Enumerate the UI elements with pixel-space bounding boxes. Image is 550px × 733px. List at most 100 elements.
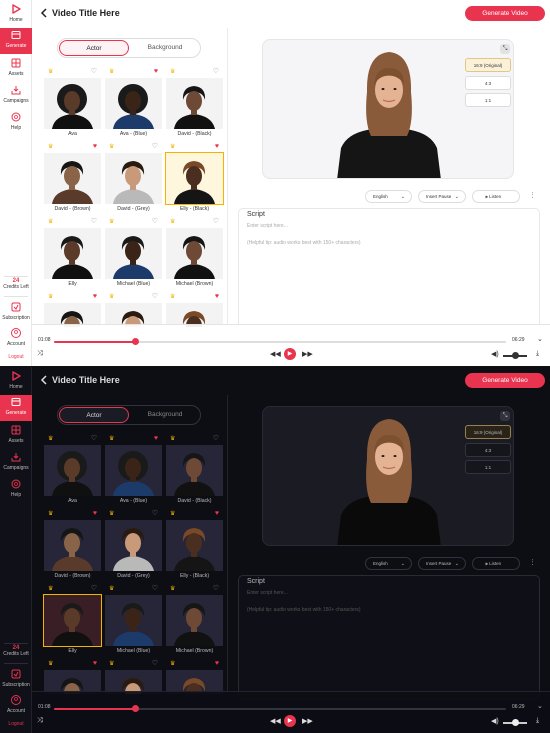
sidebar-item-subscription[interactable]: Subscription — [0, 300, 32, 326]
actor-card[interactable]: ♛ ♡ — [105, 293, 162, 327]
sidebar-item-assets[interactable]: Assets — [0, 423, 32, 449]
listen-button[interactable]: 🕪 Listen — [472, 190, 520, 203]
actor-card[interactable]: ♛ ♥ Elly - (Black) — [166, 510, 223, 583]
aspect-ratio-icon[interactable]: ⤡ — [500, 411, 510, 421]
rewind-icon[interactable]: ◀◀ — [270, 350, 281, 358]
favorite-heart-icon[interactable]: ♥ — [215, 143, 219, 151]
actor-card[interactable]: ♛ ♥ David - (Brown) — [44, 510, 101, 583]
volume-handle[interactable] — [512, 719, 519, 726]
actor-card[interactable]: ♛ ♡ David - (Grey) — [105, 143, 162, 216]
script-input[interactable]: Enter script here... — [247, 223, 288, 229]
sidebar-item-assets[interactable]: Assets — [0, 56, 32, 82]
actor-card[interactable]: ♛ ♡ Michael (Brown) — [166, 585, 223, 658]
insert-pause-select[interactable]: Insert Pause ⌄ — [418, 190, 466, 203]
play-button[interactable]: ▶ — [284, 348, 296, 360]
actor-card[interactable]: ♛ ♡ David - (Grey) — [105, 510, 162, 583]
sidebar-item-account[interactable]: Account — [0, 693, 32, 719]
sidebar-item-campaigns[interactable]: Campaigns — [0, 450, 32, 476]
actor-card[interactable]: ♛ ♡ Michael (Blue) — [105, 585, 162, 658]
tab-background[interactable]: Background — [130, 40, 200, 56]
page-title[interactable]: Video Title Here — [52, 375, 120, 385]
sidebar-item-generate[interactable]: Generate — [0, 28, 32, 54]
favorite-heart-icon[interactable]: ♡ — [213, 585, 219, 593]
generate-video-button[interactable]: Generate Video — [465, 6, 545, 21]
shuffle-icon[interactable]: ⤨ — [37, 350, 43, 358]
sidebar-item-account[interactable]: Account — [0, 326, 32, 352]
chevron-down-icon[interactable]: ⌄ — [537, 335, 543, 343]
progress-handle[interactable] — [132, 338, 140, 345]
language-select[interactable]: English ⌄ — [365, 190, 412, 203]
sidebar-item-home[interactable]: Home — [0, 2, 32, 28]
rewind-icon[interactable]: ◀◀ — [270, 717, 281, 725]
download-icon[interactable]: ⤓ — [536, 350, 539, 358]
favorite-heart-icon[interactable]: ♡ — [213, 218, 219, 226]
fast-forward-icon[interactable]: ▶▶ — [302, 717, 313, 725]
favorite-heart-icon[interactable]: ♥ — [154, 435, 158, 443]
ratio-option[interactable]: 1:1 — [465, 93, 511, 107]
sidebar-item-subscription[interactable]: Subscription — [0, 667, 32, 693]
favorite-heart-icon[interactable]: ♡ — [91, 585, 97, 593]
actor-card[interactable]: ♛ ♥ — [44, 660, 101, 694]
actor-card[interactable]: ♛ ♥ David - (Brown) — [44, 143, 101, 216]
settings-sliders-icon[interactable]: ⫶ — [526, 190, 539, 203]
actor-card[interactable]: ♛ ♡ Ava — [44, 68, 101, 141]
language-select[interactable]: English ⌄ — [365, 557, 412, 570]
favorite-heart-icon[interactable]: ♡ — [152, 660, 158, 668]
actor-card[interactable]: ♛ ♥ — [44, 293, 101, 327]
ratio-option[interactable]: 1:1 — [465, 460, 511, 474]
favorite-heart-icon[interactable]: ♡ — [91, 218, 97, 226]
actor-card[interactable]: ♛ ♥ Ava - (Blue) — [105, 68, 162, 141]
back-arrow-icon[interactable] — [38, 7, 50, 19]
listen-button[interactable]: 🕪 Listen — [472, 557, 520, 570]
favorite-heart-icon[interactable]: ♥ — [215, 660, 219, 668]
favorite-heart-icon[interactable]: ♥ — [215, 510, 219, 518]
actor-card[interactable]: ♛ ♡ Elly — [43, 585, 102, 658]
favorite-heart-icon[interactable]: ♡ — [152, 585, 158, 593]
tab-actor[interactable]: Actor — [59, 40, 129, 56]
download-icon[interactable]: ⤓ — [536, 717, 539, 725]
actor-card[interactable]: ♛ ♡ David - (Black) — [166, 435, 223, 508]
actor-card[interactable]: ♛ ♡ David - (Black) — [166, 68, 223, 141]
tab-background[interactable]: Background — [130, 407, 200, 423]
progress-handle[interactable] — [132, 705, 140, 712]
page-title[interactable]: Video Title Here — [52, 8, 120, 18]
favorite-heart-icon[interactable]: ♥ — [215, 293, 219, 301]
ratio-option[interactable]: 4:3 — [465, 443, 511, 457]
favorite-heart-icon[interactable]: ♡ — [213, 435, 219, 443]
script-editor[interactable]: Script Enter script here... (Helpful tip… — [238, 208, 540, 333]
tab-actor[interactable]: Actor — [59, 407, 129, 423]
insert-pause-select[interactable]: Insert Pause ⌄ — [418, 557, 466, 570]
back-arrow-icon[interactable] — [38, 374, 50, 386]
favorite-heart-icon[interactable]: ♥ — [154, 68, 158, 76]
favorite-heart-icon[interactable]: ♡ — [91, 435, 97, 443]
sidebar-item-help[interactable]: Help — [0, 477, 32, 503]
actor-card[interactable]: ♛ ♥ Elly - (Black) — [165, 143, 224, 216]
ratio-option[interactable]: 4:3 — [465, 76, 511, 90]
fast-forward-icon[interactable]: ▶▶ — [302, 350, 313, 358]
aspect-ratio-icon[interactable]: ⤡ — [500, 44, 510, 54]
volume-icon[interactable]: ◀) — [491, 717, 499, 725]
progress-bar[interactable] — [54, 338, 506, 345]
shuffle-icon[interactable]: ⤨ — [37, 717, 43, 725]
actor-card[interactable]: ♛ ♡ Elly — [44, 218, 101, 291]
favorite-heart-icon[interactable]: ♡ — [91, 68, 97, 76]
logout-link[interactable]: Logout — [0, 354, 32, 360]
ratio-option[interactable]: 16:9 (Original) — [465, 425, 511, 439]
generate-video-button[interactable]: Generate Video — [465, 373, 545, 388]
actor-card[interactable]: ♛ ♡ Michael (Blue) — [105, 218, 162, 291]
sidebar-item-campaigns[interactable]: Campaigns — [0, 83, 32, 109]
actor-card[interactable]: ♛ ♥ Ava - (Blue) — [105, 435, 162, 508]
favorite-heart-icon[interactable]: ♡ — [152, 293, 158, 301]
favorite-heart-icon[interactable]: ♡ — [152, 143, 158, 151]
favorite-heart-icon[interactable]: ♥ — [93, 660, 97, 668]
favorite-heart-icon[interactable]: ♥ — [93, 143, 97, 151]
favorite-heart-icon[interactable]: ♡ — [152, 510, 158, 518]
actor-card[interactable]: ♛ ♡ — [105, 660, 162, 694]
sidebar-item-help[interactable]: Help — [0, 110, 32, 136]
volume-icon[interactable]: ◀) — [491, 350, 499, 358]
logout-link[interactable]: Logout — [0, 721, 32, 727]
volume-handle[interactable] — [512, 352, 519, 359]
sidebar-item-generate[interactable]: Generate — [0, 395, 32, 421]
favorite-heart-icon[interactable]: ♥ — [93, 293, 97, 301]
favorite-heart-icon[interactable]: ♥ — [93, 510, 97, 518]
